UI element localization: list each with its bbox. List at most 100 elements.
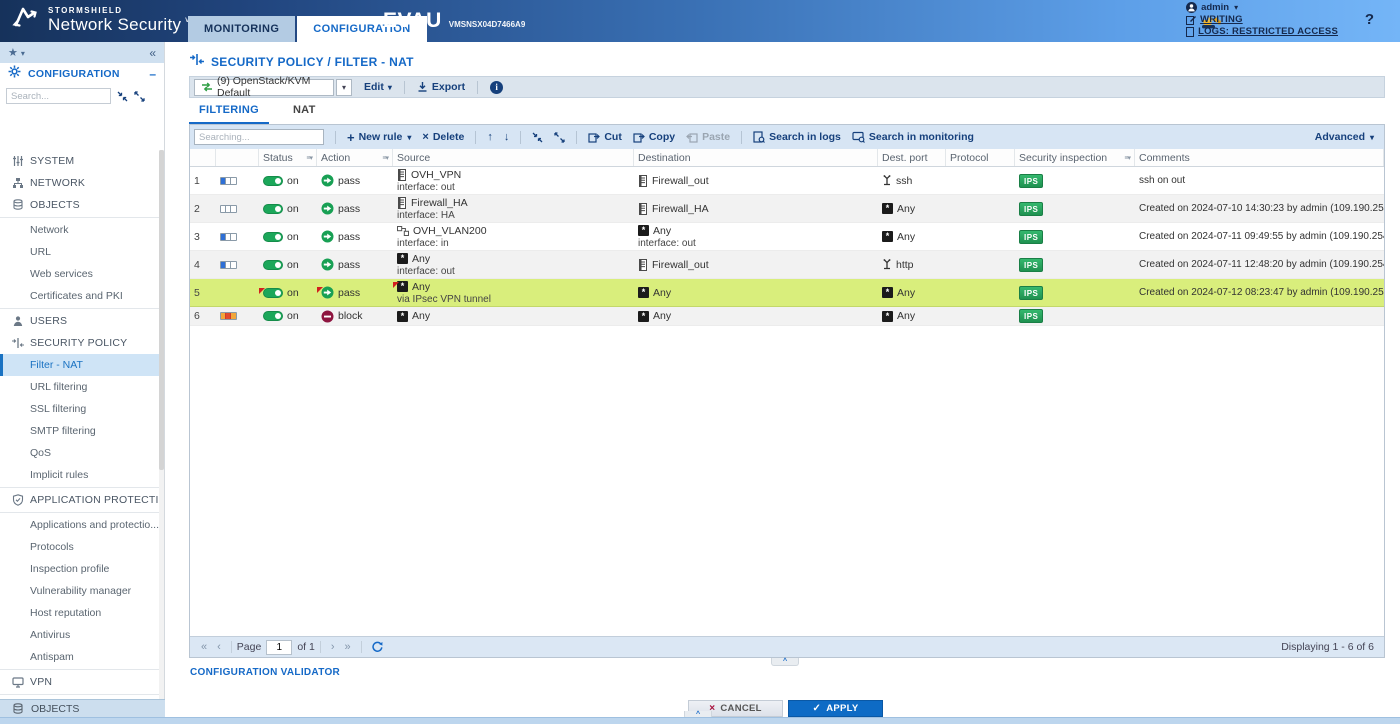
delete-button[interactable]: ×Delete [422,131,464,143]
sidebar-item-objects-bottom[interactable]: OBJECTS [0,699,165,717]
sidebar-item-vpn[interactable]: VPN [0,671,159,693]
user-menu[interactable]: admin ▾ [1186,2,1338,13]
status-toggle[interactable] [263,311,283,321]
sidebar-item-filter-nat[interactable]: Filter - NAT [0,354,159,376]
logs-access[interactable]: LOGS: RESTRICTED ACCESS [1186,26,1338,37]
sidebar-item-web-services[interactable]: Web services [0,263,159,285]
destination-name: Any [653,287,671,299]
sidebar-item-application-protection[interactable]: APPLICATION PROTECTION [0,489,159,511]
sidebar-item-inspection-profile[interactable]: Inspection profile [0,558,159,580]
sidebar-search-input[interactable] [6,88,111,104]
sidebar-item-antispam[interactable]: Antispam [0,646,159,668]
sidebar-item-ssl-filtering[interactable]: SSL filtering [0,398,159,420]
sidebar-item-implicit-rules[interactable]: Implicit rules [0,464,159,486]
favorites-star-icon[interactable]: ★ ▾ [8,46,25,59]
move-down-button[interactable]: ↓ [504,131,510,143]
sidebar-scrollbar[interactable] [159,150,164,700]
sort-icon[interactable]: ≡▾ [382,154,388,162]
last-page-icon[interactable]: » [345,641,351,653]
table-row[interactable]: 2onpassFirewall_HAinterface: HAFirewall_… [190,195,1384,223]
collapse-rows-button[interactable] [532,132,543,143]
copy-button[interactable]: Copy [633,131,675,143]
sidebar-minimize-icon[interactable]: – [149,67,156,81]
advanced-button[interactable]: Advanced▾ [1315,131,1374,143]
configuration-validator-link[interactable]: CONFIGURATION VALIDATOR [190,667,340,678]
rules-table-header: Status≡▾Action≡▾SourceDestinationDest. p… [190,149,1384,167]
status-toggle[interactable] [263,260,283,270]
move-up-button[interactable]: ↑ [487,131,493,143]
prev-page-icon[interactable]: ‹ [217,641,221,653]
sidebar-item-url[interactable]: URL [0,241,159,263]
sidebar-item-network[interactable]: Network [0,219,159,241]
column-header-security-inspection[interactable]: Security inspection≡▾ [1015,149,1135,166]
sort-icon[interactable]: ≡▾ [1124,154,1130,162]
expand-rows-button[interactable] [554,132,565,143]
sidebar-menu: SYSTEMNETWORKOBJECTS NetworkURLWeb servic… [0,150,159,700]
table-row[interactable]: 1onpassOVH_VPNinterface: outFirewall_out… [190,167,1384,195]
paste-button[interactable]: Paste [686,131,730,143]
rule-source-cell: *Anyvia IPsec VPN tunnel [393,281,634,305]
expand-all-icon[interactable] [134,91,145,102]
policy-selector[interactable]: (9) OpenStack/KVM Default [194,79,334,96]
sidebar-item-protocols[interactable]: Protocols [0,536,159,558]
tab-monitoring[interactable]: MONITORING [188,16,295,42]
refresh-icon[interactable] [371,641,383,653]
column-header-action[interactable]: Action≡▾ [317,149,393,166]
sidebar-item-qos[interactable]: QoS [0,442,159,464]
first-page-icon[interactable]: « [201,641,207,653]
table-row[interactable]: 6onblock*Any*Any*AnyIPS [190,307,1384,326]
column-header-status[interactable]: Status≡▾ [259,149,317,166]
column-header-source[interactable]: Source [393,149,634,166]
status-toggle[interactable] [263,176,283,186]
table-row[interactable]: 3onpassOVH_VLAN200interface: in*Anyinter… [190,223,1384,251]
host-object-icon [397,169,407,181]
column-header-comments[interactable]: Comments [1135,149,1384,166]
collapse-all-icon[interactable] [117,91,128,102]
cut-button[interactable]: Cut [588,131,622,143]
new-rule-label: New rule [359,131,403,143]
sidebar-item-smtp-filtering[interactable]: SMTP filtering [0,420,159,442]
next-page-icon[interactable]: › [331,641,335,653]
column-header-destination[interactable]: Destination [634,149,878,166]
search-in-monitoring-button[interactable]: Search in monitoring [852,131,974,143]
sort-icon[interactable]: ≡▾ [306,154,312,162]
tab-nat[interactable]: NAT [283,100,326,125]
column-header-dest-port[interactable]: Dest. port [878,149,946,166]
status-toggle[interactable] [263,204,283,214]
new-rule-button[interactable]: +New rule▾ [347,130,411,145]
sidebar-collapse-icon[interactable]: « [149,46,156,60]
table-row[interactable]: 4onpass*Anyinterface: outFirewall_outhtt… [190,251,1384,279]
writing-mode[interactable]: WRITING [1186,14,1338,25]
status-toggle[interactable] [263,232,283,242]
info-icon[interactable]: i [490,81,503,94]
table-row[interactable]: 5onpass*Anyvia IPsec VPN tunnel*Any*AnyI… [190,279,1384,307]
help-icon[interactable]: ? [1365,11,1374,28]
sidebar-item-network[interactable]: NETWORK [0,172,159,194]
column-header-protocol[interactable]: Protocol [946,149,1015,166]
sidebar-item-security-policy[interactable]: SECURITY POLICY [0,332,159,354]
bottom-panel-strip[interactable] [0,717,1400,724]
sidebar-item-applications-and-protectio[interactable]: Applications and protectio... [0,514,159,536]
validator-collapse-handle[interactable]: ^ [771,658,799,666]
sidebar-item-objects[interactable]: OBJECTS [0,194,159,216]
edit-button[interactable]: Edit▾ [364,81,392,93]
destination-subtext: interface: out [638,238,874,249]
search-in-logs-button[interactable]: Search in logs [753,131,841,143]
page-input[interactable] [266,640,292,655]
sidebar-item-antivirus[interactable]: Antivirus [0,624,159,646]
sidebar-item-system[interactable]: SYSTEM [0,150,159,172]
sidebar-item-users[interactable]: USERS [0,310,159,332]
sidebar-item-certificates-and-pki[interactable]: Certificates and PKI [0,285,159,307]
status-toggle[interactable] [263,288,283,298]
rules-search-input[interactable] [194,129,324,145]
sidebar-item-host-reputation[interactable]: Host reputation [0,602,159,624]
apply-button[interactable]: ✓ APPLY [788,700,883,717]
policy-selector-caret[interactable]: ▾ [336,79,352,96]
any-object-icon: * [638,225,649,236]
sidebar-item-vulnerability-manager[interactable]: Vulnerability manager [0,580,159,602]
any-object-icon: * [638,225,649,236]
any-object-icon: * [882,203,893,214]
sidebar-item-url-filtering[interactable]: URL filtering [0,376,159,398]
tab-filtering[interactable]: FILTERING [189,100,269,125]
export-button[interactable]: Export [417,81,465,93]
